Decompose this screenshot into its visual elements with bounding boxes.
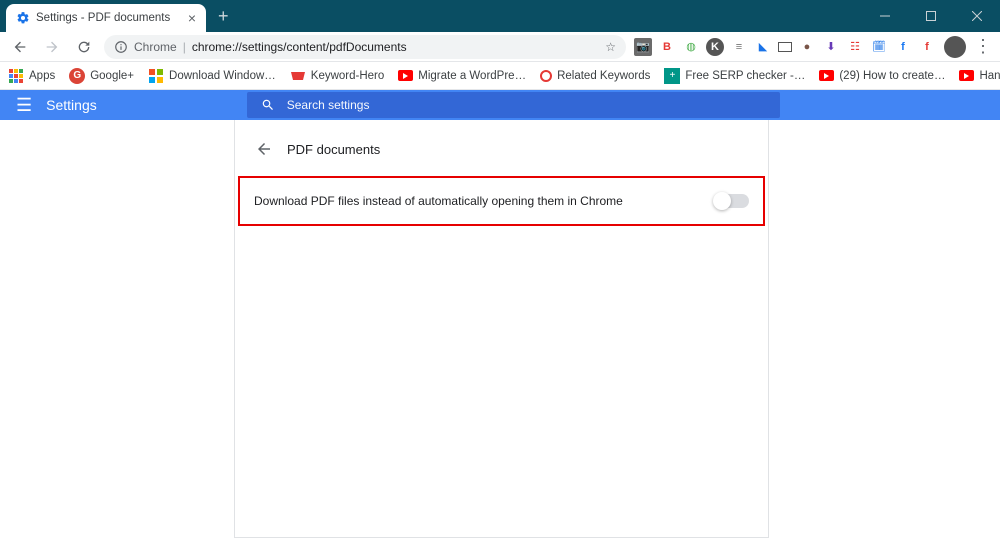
- bookmark-item[interactable]: Keyword-Hero: [290, 68, 385, 84]
- ext-icon[interactable]: B: [658, 38, 676, 56]
- ext-icon[interactable]: ◣: [754, 38, 772, 56]
- menu-icon[interactable]: ☰: [16, 95, 32, 116]
- settings-title: Settings: [46, 97, 97, 113]
- apps-bookmark[interactable]: Apps: [8, 68, 55, 84]
- settings-panel: PDF documents Download PDF files instead…: [234, 120, 769, 538]
- bookmark-label: Keyword-Hero: [311, 70, 385, 82]
- circle-icon: [540, 70, 552, 82]
- ext-icon[interactable]: ◍: [682, 38, 700, 56]
- browser-tab[interactable]: Settings - PDF documents ×: [6, 4, 206, 32]
- back-button[interactable]: [8, 35, 32, 59]
- bookmark-label: Free SERP checker -…: [685, 70, 805, 82]
- bookmark-label: Download Window…: [169, 70, 276, 82]
- bookmark-star-icon[interactable]: ☆: [605, 40, 616, 54]
- search-icon: [261, 98, 275, 112]
- maximize-button[interactable]: [908, 0, 954, 32]
- window-titlebar: Settings - PDF documents × +: [0, 0, 1000, 32]
- reload-button[interactable]: [72, 35, 96, 59]
- ext-icon[interactable]: [778, 42, 792, 52]
- bookmark-label: (29) How to create…: [839, 70, 945, 82]
- ext-icon[interactable]: ●: [798, 38, 816, 56]
- bookmark-label: Migrate a WordPre…: [418, 70, 526, 82]
- bookmark-label: Google+: [90, 70, 134, 82]
- bookmark-item[interactable]: Hang Ups (Want Yo…: [959, 70, 1000, 82]
- address-url: chrome://settings/content/pdfDocuments: [192, 40, 407, 54]
- extension-icons: 📷 B ◍ K ≡ ◣ ● ⬇ ☷ 🗓 f f: [634, 38, 936, 56]
- bookmark-item[interactable]: Download Window…: [148, 68, 276, 84]
- address-bar-row: Chrome | chrome://settings/content/pdfDo…: [0, 32, 1000, 62]
- ext-icon[interactable]: f: [894, 38, 912, 56]
- ext-icon[interactable]: f: [918, 38, 936, 56]
- address-scheme: Chrome: [134, 40, 177, 54]
- search-input[interactable]: [285, 97, 766, 113]
- new-tab-button[interactable]: +: [206, 6, 241, 27]
- section-header: PDF documents: [235, 140, 768, 176]
- bookmark-label: Related Keywords: [557, 70, 650, 82]
- pdf-download-toggle[interactable]: [715, 194, 749, 208]
- minimize-button[interactable]: [862, 0, 908, 32]
- setting-label: Download PDF files instead of automatica…: [254, 194, 623, 208]
- googleplus-icon: G: [69, 68, 85, 84]
- settings-content: PDF documents Download PDF files instead…: [0, 120, 1000, 538]
- settings-search[interactable]: [247, 92, 780, 118]
- close-window-button[interactable]: [954, 0, 1000, 32]
- bookmark-item[interactable]: Migrate a WordPre…: [398, 70, 526, 82]
- profile-avatar[interactable]: [944, 36, 966, 58]
- settings-app-bar: ☰ Settings: [0, 90, 1000, 120]
- ext-icon[interactable]: 🗓: [870, 38, 888, 56]
- ext-icon[interactable]: 📷: [634, 38, 652, 56]
- ext-icon[interactable]: ☷: [846, 38, 864, 56]
- bookmark-item[interactable]: (29) How to create…: [819, 70, 945, 82]
- highlighted-setting-row: Download PDF files instead of automatica…: [238, 176, 765, 226]
- ext-icon[interactable]: K: [706, 38, 724, 56]
- bookmark-item[interactable]: G Google+: [69, 68, 134, 84]
- close-tab-button[interactable]: ×: [188, 10, 196, 26]
- address-bar[interactable]: Chrome | chrome://settings/content/pdfDo…: [104, 35, 626, 59]
- youtube-icon: [398, 70, 413, 81]
- back-arrow-icon[interactable]: [255, 140, 273, 158]
- page-heading: PDF documents: [287, 142, 380, 157]
- window-controls: [862, 0, 1000, 32]
- forward-button: [40, 35, 64, 59]
- youtube-icon: [959, 70, 974, 81]
- windows-icon: [148, 68, 164, 84]
- serp-icon: +: [664, 68, 680, 84]
- bookmark-item[interactable]: + Free SERP checker -…: [664, 68, 805, 84]
- browser-menu-icon[interactable]: ⋮: [974, 36, 992, 57]
- ext-icon[interactable]: ⬇: [822, 38, 840, 56]
- tab-title: Settings - PDF documents: [36, 12, 170, 24]
- site-info-icon[interactable]: [114, 40, 128, 54]
- ext-icon[interactable]: ≡: [730, 38, 748, 56]
- apps-grid-icon: [8, 68, 24, 84]
- bookmark-label: Apps: [29, 70, 55, 82]
- gear-icon: [16, 11, 30, 25]
- keyword-hero-icon: [290, 68, 306, 84]
- bookmarks-bar: Apps G Google+ Download Window… Keyword-…: [0, 62, 1000, 90]
- address-separator: |: [183, 40, 186, 54]
- youtube-icon: [819, 70, 834, 81]
- bookmark-label: Hang Ups (Want Yo…: [979, 70, 1000, 82]
- bookmark-item[interactable]: Related Keywords: [540, 70, 650, 82]
